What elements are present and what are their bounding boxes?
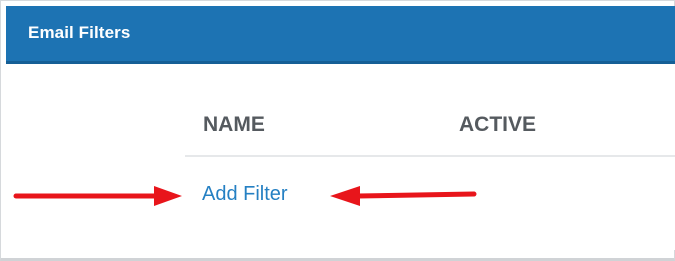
- right-arrow-icon: [330, 186, 477, 206]
- left-arrow-icon: [13, 186, 182, 206]
- annotation-arrows: [13, 186, 477, 206]
